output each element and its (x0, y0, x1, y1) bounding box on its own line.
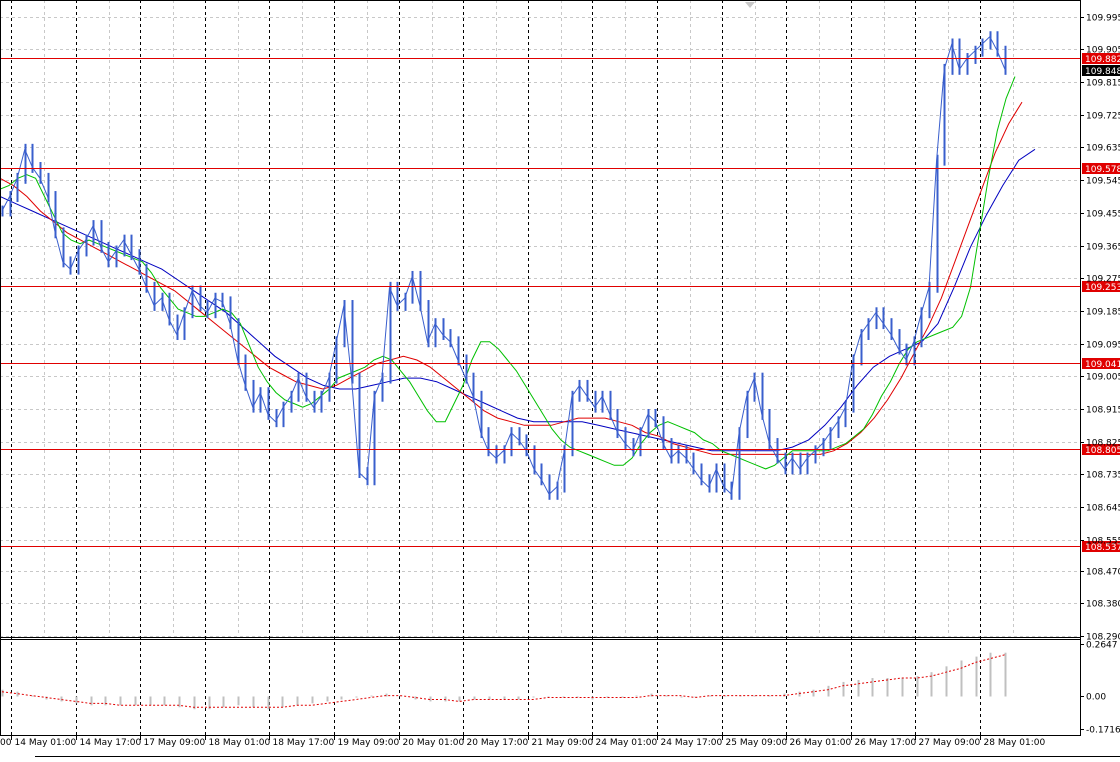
price-level-label: 109.041 (1085, 360, 1120, 370)
y-tick-label: 109.545 (1086, 177, 1120, 187)
y-tick-label: 108.825 (1086, 439, 1120, 449)
x-tick-label: 24 May 17:00 (661, 738, 723, 748)
x-tick-label: 26 May 17:00 (855, 738, 917, 748)
y-tick-label: 108.380 (1086, 600, 1120, 610)
x-tick-label: 17 May 09:00 (144, 738, 206, 748)
y-tick-label: 109.005 (1086, 373, 1120, 383)
chart-background (0, 0, 1120, 758)
x-tick-label: 28 May 01:00 (984, 738, 1046, 748)
chart-canvas[interactable]: 109.882109.578109.253109.041108.805108.5… (0, 0, 1120, 758)
y-tick-label: 109.455 (1086, 210, 1120, 220)
x-tick-label: 24 May 01:00 (596, 738, 658, 748)
x-tick-label: 25 May 09:00 (726, 738, 788, 748)
price-level-label: 109.882 (1085, 55, 1120, 65)
y-tick-label: 109.635 (1086, 144, 1120, 154)
x-tick-label: 19 May 09:00 (338, 738, 400, 748)
y-tick-label: 109.905 (1086, 46, 1120, 56)
y-tick-label: 108.915 (1086, 406, 1120, 416)
y-tick-label: 109.725 (1086, 112, 1120, 122)
x-tick-label: 20 May 01:00 (403, 738, 465, 748)
y-tick-label: 109.185 (1086, 308, 1120, 318)
y-tick-label: 109.365 (1086, 243, 1120, 253)
x-tick-label: 21 May 09:00 (532, 738, 594, 748)
x-tick-label: 20 May 17:00 (467, 738, 529, 748)
x-tick-label: 26 May 01:00 (790, 738, 852, 748)
price-chart[interactable]: 109.882 109.578 109.253 109.041 108.805 108.5… (0, 0, 1120, 758)
current-price-label: 109.848 (1085, 67, 1120, 77)
price-level-label: 109.578 (1085, 165, 1120, 175)
x-tick-label: 18 May 17:00 (273, 738, 335, 748)
price-level-label: 109.253 (1085, 283, 1120, 293)
x-tick-label: 14 May 17:00 (80, 738, 142, 748)
y-tick-label: 108.470 (1086, 568, 1120, 578)
x-tick-label: 14 May 01:00 (15, 738, 77, 748)
x-tick-label: 18 May 01:00 (209, 738, 271, 748)
y-tick-label: 109.815 (1086, 79, 1120, 89)
y-tick-label: 108.555 (1086, 537, 1120, 547)
y-tick-label: 109.095 (1086, 341, 1120, 351)
y-tick-label: 109.275 (1086, 275, 1120, 285)
osc-y-tick-label: 0.2647 (1086, 641, 1118, 651)
x-tick-label-partial: 00 (0, 738, 12, 748)
osc-y-tick-label: -0.1716 (1086, 726, 1120, 736)
osc-y-tick-label: 0.00 (1086, 693, 1106, 703)
x-tick-label: 27 May 09:00 (919, 738, 981, 748)
y-tick-label: 109.995 (1086, 14, 1120, 24)
y-tick-label: 108.645 (1086, 504, 1120, 514)
y-tick-label: 108.735 (1086, 471, 1120, 481)
